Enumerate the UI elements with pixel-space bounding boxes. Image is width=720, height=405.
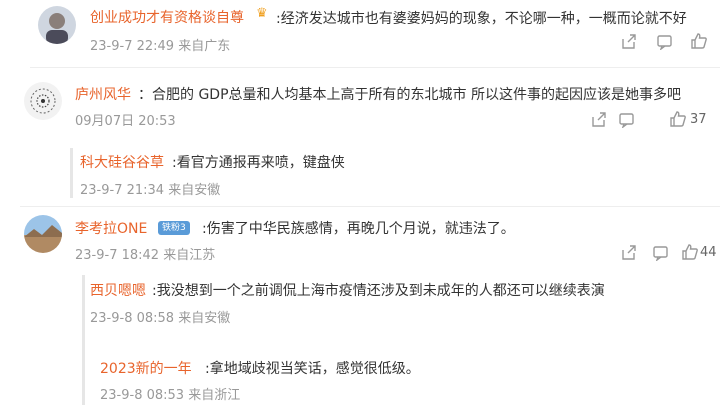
- comment-icon[interactable]: [656, 33, 673, 54]
- reply-text: :我没想到一个之前调侃上海市疫情还涉及到未成年的人都还可以继续表演: [152, 283, 605, 299]
- fan-badge-icon: 铁粉3: [158, 221, 190, 235]
- comment-text: :经济发达城市也有婆婆妈妈的现象，不论哪一种，一概而论就不好: [276, 11, 687, 27]
- reply-meta: 23-9-8 08:58 来自安徽: [90, 311, 231, 326]
- comment-icon[interactable]: [618, 111, 635, 132]
- share-icon[interactable]: [620, 33, 637, 54]
- comment-text: :伤害了中华民族感情，再晚几个月说，就违法了。: [202, 221, 515, 237]
- reply-username[interactable]: 西贝嗯嗯: [90, 280, 146, 300]
- comment-text: ：合肥的 GDP总量和人均基本上高于所有的东北城市 所以这件事的起因应该是她事多…: [138, 87, 681, 103]
- reply-text: :拿地域歧视当笑话，感觉很低级。: [205, 361, 420, 377]
- divider: [30, 67, 720, 68]
- comment-icon[interactable]: [652, 244, 669, 265]
- like-icon[interactable]: [669, 110, 687, 132]
- share-icon[interactable]: [590, 111, 607, 132]
- fire-icon: ♛: [256, 6, 268, 21]
- avatar[interactable]: [24, 82, 62, 120]
- comment-username[interactable]: 庐州风华: [75, 84, 131, 104]
- reply-meta: 23-9-7 21:34 来自安徽: [80, 183, 221, 198]
- like-count: 37: [690, 112, 707, 127]
- like-count: 44: [700, 245, 717, 260]
- avatar[interactable]: [24, 215, 62, 253]
- comment-username[interactable]: 创业成功才有资格谈自尊: [90, 7, 244, 27]
- divider: [20, 206, 720, 207]
- reply-meta: 23-9-8 08:53 来自浙江: [100, 388, 241, 403]
- reply-username[interactable]: 科大硅谷谷草: [80, 152, 164, 172]
- share-icon[interactable]: [620, 244, 637, 265]
- comment-meta: 09月07日 20:53: [75, 114, 176, 129]
- like-icon[interactable]: [681, 243, 699, 265]
- like-icon[interactable]: [690, 32, 708, 54]
- reply-thread-line: [82, 275, 85, 405]
- reply-thread-line: [70, 148, 73, 198]
- reply-text: :看官方通报再来喷，键盘侠: [172, 155, 345, 171]
- comment-meta: 23-9-7 22:49 来自广东: [90, 39, 231, 54]
- reply-username[interactable]: 2023新的一年: [100, 358, 192, 378]
- comment-username[interactable]: 李考拉ONE: [75, 218, 147, 238]
- avatar[interactable]: [38, 6, 76, 44]
- comment-meta: 23-9-7 18:42 来自江苏: [75, 248, 216, 263]
